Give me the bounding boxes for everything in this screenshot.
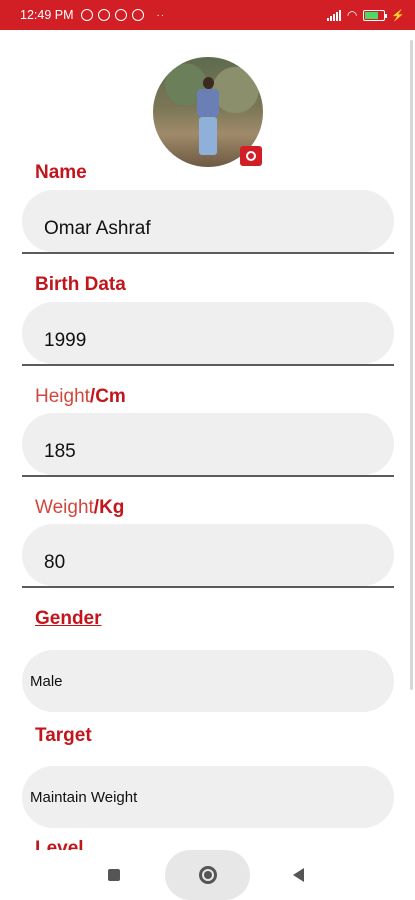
weight-input[interactable]: 80 bbox=[22, 524, 394, 586]
alarm-icon bbox=[80, 9, 93, 21]
name-underline bbox=[22, 252, 394, 254]
notification-app-icon bbox=[114, 9, 127, 21]
birth-label: Birth Data bbox=[35, 274, 126, 295]
status-time: 12:49 PM bbox=[20, 8, 74, 22]
gender-select[interactable]: Male bbox=[22, 650, 394, 712]
back-button[interactable] bbox=[293, 868, 304, 882]
charging-icon: ⚡ bbox=[391, 9, 405, 22]
status-left: 12:49 PM ·· bbox=[20, 8, 165, 22]
weight-unit: /Kg bbox=[93, 497, 125, 518]
avatar-photo-figure bbox=[197, 77, 219, 157]
weight-label: Weight/Kg bbox=[35, 497, 124, 519]
scrollbar[interactable] bbox=[410, 40, 413, 690]
notification-app-icon-2 bbox=[131, 9, 144, 21]
height-unit: /Cm bbox=[89, 386, 126, 407]
signal-icon bbox=[326, 9, 341, 21]
wifi-icon: ◠ bbox=[346, 8, 358, 22]
height-input[interactable]: 185 bbox=[22, 413, 394, 475]
gender-label: Gender bbox=[35, 608, 102, 629]
height-label-text: Height bbox=[35, 386, 90, 407]
birth-input[interactable]: 1999 bbox=[22, 302, 394, 364]
battery-icon bbox=[363, 9, 388, 21]
home-button[interactable] bbox=[199, 866, 217, 884]
weight-label-text: Weight bbox=[35, 497, 94, 518]
status-right: ◠ ⚡ bbox=[326, 8, 405, 22]
name-input[interactable]: Omar Ashraf bbox=[22, 190, 394, 252]
target-select[interactable]: Maintain Weight bbox=[22, 766, 394, 828]
level-label: Level bbox=[35, 838, 84, 850]
height-underline bbox=[22, 475, 394, 477]
weight-underline bbox=[22, 586, 394, 588]
more-notifications-dots: ·· bbox=[156, 9, 166, 21]
height-label: Height/Cm bbox=[35, 386, 126, 408]
status-bar: 12:49 PM ·· ◠ ⚡ bbox=[0, 0, 415, 30]
target-label: Target bbox=[35, 725, 92, 746]
navigation-bar bbox=[0, 850, 415, 900]
recent-apps-button[interactable] bbox=[108, 869, 120, 881]
whatsapp-icon bbox=[97, 9, 110, 21]
name-label: Name bbox=[35, 162, 87, 183]
camera-icon[interactable] bbox=[240, 146, 262, 166]
birth-underline bbox=[22, 364, 394, 366]
